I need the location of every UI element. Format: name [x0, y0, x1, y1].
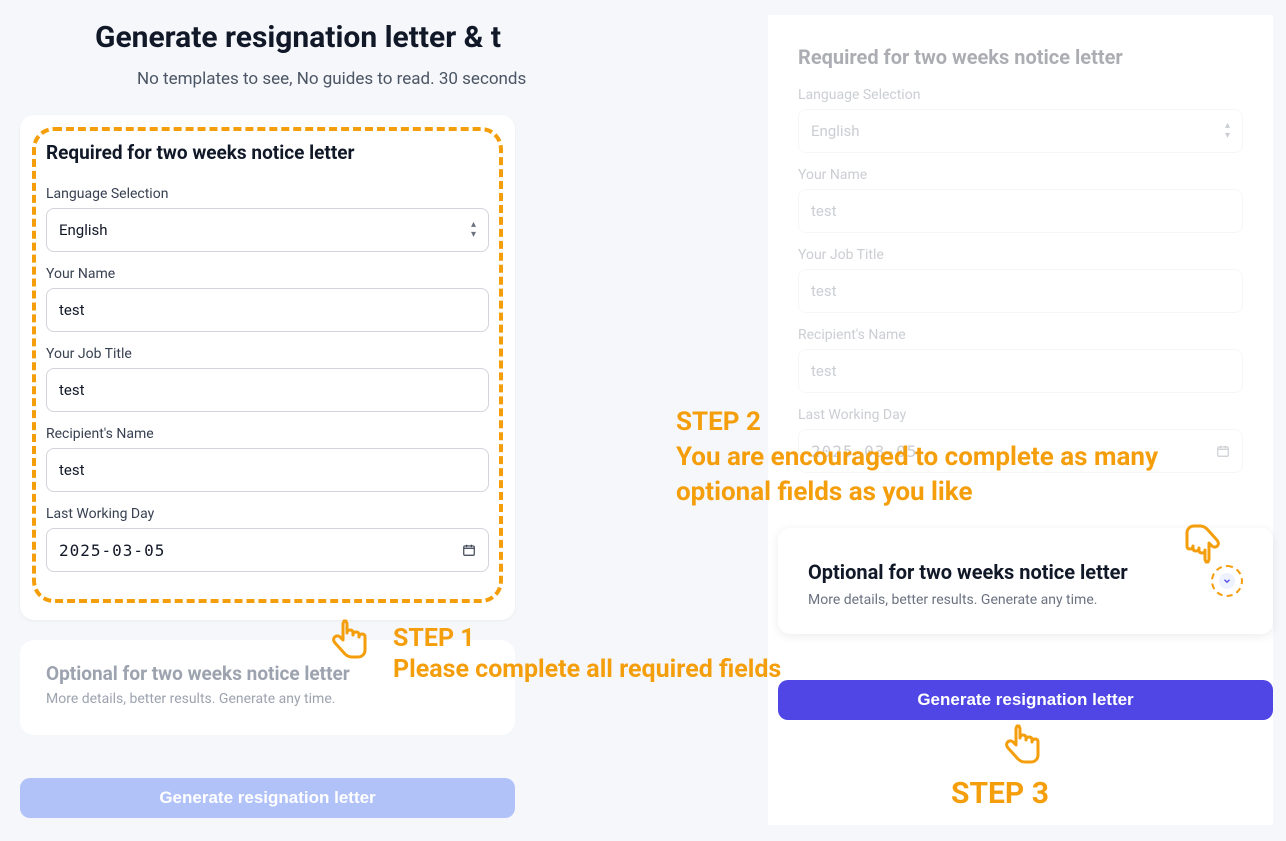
job-label: Your Job Title: [46, 346, 489, 362]
job-input-right[interactable]: test: [798, 269, 1243, 313]
lastday-value: 2025-03-05: [59, 541, 165, 560]
job-value-right: test: [811, 282, 837, 300]
left-panel: Generate resignation letter & t No templ…: [0, 0, 555, 841]
hand-pointer-down-icon: [1180, 514, 1224, 566]
step3-annotation: STEP 3: [951, 776, 1049, 811]
chevron-down-icon: [1222, 576, 1232, 586]
generate-button-disabled[interactable]: Generate resignation letter: [20, 778, 515, 818]
step1-annotation: STEP 1 Please complete all required fiel…: [393, 623, 781, 686]
select-arrows-icon: ▴▾: [471, 220, 476, 240]
required-card: Required for two weeks notice letter Lan…: [20, 115, 515, 620]
page-subtitle: No templates to see, No guides to read. …: [137, 69, 555, 89]
step1-body: Please complete all required fields: [393, 654, 781, 685]
optional-card-right-title: Optional for two weeks notice letter: [808, 560, 1243, 584]
hand-pointer-icon: [328, 617, 372, 669]
expand-highlight-circle: [1211, 565, 1243, 597]
optional-card-right-sub: More details, better results. Generate a…: [808, 592, 1243, 608]
name-value: test: [59, 301, 85, 319]
language-select[interactable]: English ▴▾: [46, 208, 489, 252]
lastday-label: Last Working Day: [46, 506, 489, 522]
required-card-title: Required for two weeks notice letter: [46, 141, 489, 164]
expand-toggle[interactable]: [1219, 573, 1235, 589]
required-card-right-title: Required for two weeks notice letter: [798, 45, 1243, 69]
recipient-input[interactable]: test: [46, 448, 489, 492]
job-input[interactable]: test: [46, 368, 489, 412]
recipient-input-right[interactable]: test: [798, 349, 1243, 393]
step2-title: STEP 2: [676, 405, 1236, 440]
lastday-input[interactable]: 2025-03-05: [46, 528, 489, 572]
recipient-value: test: [59, 461, 85, 479]
page-title: Generate resignation letter & t: [95, 20, 555, 55]
generate-button[interactable]: Generate resignation letter: [778, 680, 1273, 720]
recipient-field: Recipient's Name test: [46, 426, 489, 492]
step1-title: STEP 1: [393, 623, 781, 654]
name-input[interactable]: test: [46, 288, 489, 332]
job-field: Your Job Title test: [46, 346, 489, 412]
recipient-label-right: Recipient's Name: [798, 327, 1243, 343]
step2-body: You are encouraged to complete as many o…: [676, 440, 1236, 510]
name-label: Your Name: [46, 266, 489, 282]
language-select-right[interactable]: English ▴▾: [798, 109, 1243, 153]
name-value-right: test: [811, 202, 837, 220]
hand-pointer-icon: [1001, 722, 1045, 774]
select-arrows-icon: ▴▾: [1225, 121, 1230, 141]
language-label: Language Selection: [46, 186, 489, 202]
step2-annotation: STEP 2 You are encouraged to complete as…: [676, 405, 1236, 510]
language-value: English: [59, 221, 108, 239]
job-value: test: [59, 381, 85, 399]
language-value-right: English: [811, 122, 860, 140]
job-label-right: Your Job Title: [798, 247, 1243, 263]
language-label-right: Language Selection: [798, 87, 1243, 103]
name-label-right: Your Name: [798, 167, 1243, 183]
optional-card-left-sub: More details, better results. Generate a…: [46, 691, 489, 707]
recipient-label: Recipient's Name: [46, 426, 489, 442]
lastday-field: Last Working Day 2025-03-05: [46, 506, 489, 572]
name-field: Your Name test: [46, 266, 489, 332]
name-input-right[interactable]: test: [798, 189, 1243, 233]
calendar-icon: [462, 543, 476, 557]
language-field: Language Selection English ▴▾: [46, 186, 489, 252]
recipient-value-right: test: [811, 362, 837, 380]
